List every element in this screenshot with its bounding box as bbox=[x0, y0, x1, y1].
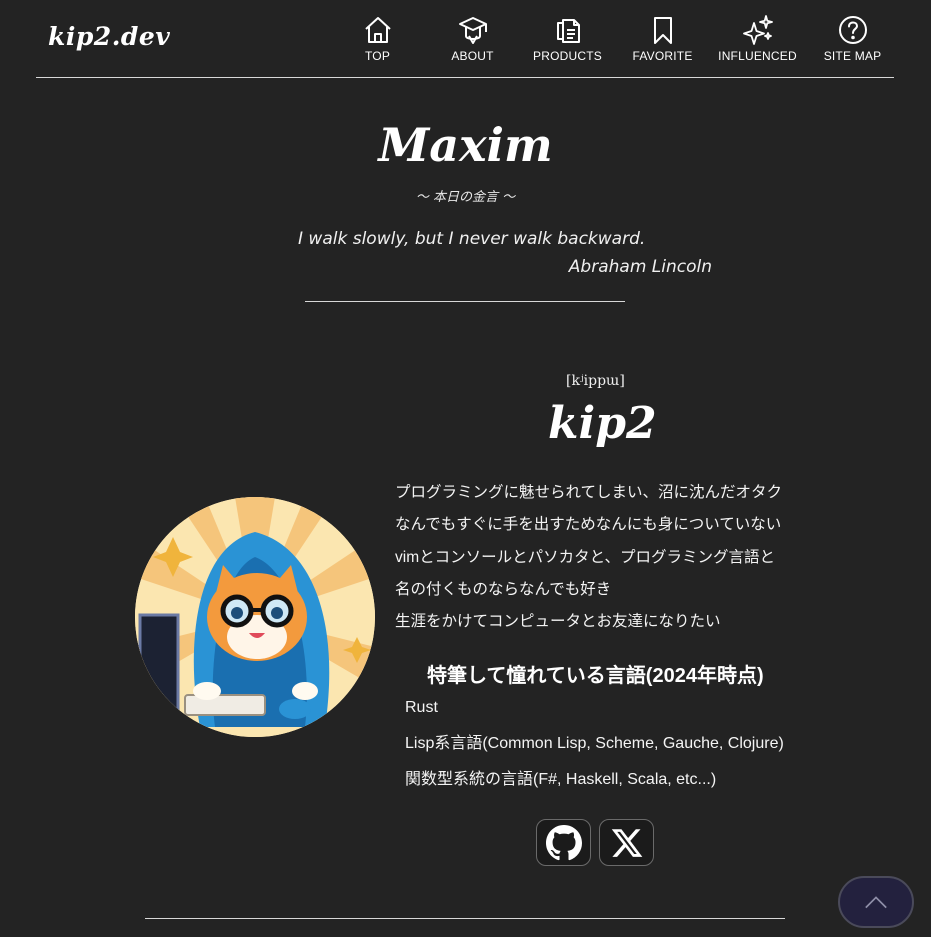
nav-item-about[interactable]: ABOUT bbox=[425, 14, 520, 63]
nav-item-site-map[interactable]: SITE MAP bbox=[805, 14, 900, 63]
languages-heading: 特筆して憧れている言語(2024年時点) bbox=[427, 665, 764, 687]
nav-label: SITE MAP bbox=[823, 49, 882, 63]
nav-item-influenced[interactable]: INFLUENCED bbox=[710, 14, 805, 63]
nav-label: FAVORITE bbox=[632, 49, 693, 63]
nav-label: ABOUT bbox=[451, 49, 494, 63]
chevron-up-icon bbox=[865, 895, 887, 908]
bio-line: 名の付くものならなんでも好き bbox=[395, 580, 612, 598]
scroll-to-top-button[interactable] bbox=[838, 876, 914, 928]
bio-line: vimとコンソールとパソカタと、プログラミング言語と bbox=[395, 548, 775, 566]
divider bbox=[145, 918, 785, 919]
x-logo-icon bbox=[611, 828, 642, 857]
maxim-subtitle: 〜 本日の金言 〜 bbox=[415, 190, 516, 205]
profile-name: kip2 bbox=[548, 398, 657, 449]
languages-list: Rust Lisp系言語(Common Lisp, Scheme, Gauche… bbox=[405, 690, 784, 798]
home-icon bbox=[364, 17, 391, 43]
profile-bio: プログラミングに魅せられてしまい、沼に沈んだオタク なんでもすぐに手を出すためな… bbox=[395, 477, 815, 638]
graduation-cap-icon bbox=[458, 17, 487, 44]
nav-label: INFLUENCED bbox=[718, 49, 797, 63]
bio-line: なんでもすぐに手を出すためなんにも身についていない bbox=[395, 516, 782, 534]
list-item: 関数型系統の言語(F#, Haskell, Scala, etc...) bbox=[405, 771, 717, 788]
avatar bbox=[135, 497, 375, 737]
bookmark-icon bbox=[653, 17, 672, 44]
question-circle-icon bbox=[838, 16, 867, 44]
sparkles-icon bbox=[742, 15, 773, 45]
nav-label: TOP bbox=[364, 49, 391, 63]
nav-item-top[interactable]: TOP bbox=[330, 14, 425, 63]
bio-line: プログラミングに魅せられてしまい、沼に沈んだオタク bbox=[395, 484, 783, 501]
name-phonetic: [kʲippɯ] bbox=[566, 373, 625, 389]
x-link-button[interactable] bbox=[599, 819, 654, 866]
maxim-title: Maxim bbox=[378, 118, 553, 172]
site-logo[interactable]: kip2.dev bbox=[48, 22, 170, 51]
documents-icon bbox=[556, 19, 580, 43]
nav-label: PRODUCTS bbox=[533, 49, 602, 63]
list-item: Rust bbox=[405, 699, 438, 716]
main-nav: TOP ABOUT PRODUCTS FAVORITE INFLUENCED S… bbox=[330, 14, 900, 63]
social-links bbox=[536, 819, 654, 866]
cat-programmer-illustration bbox=[135, 497, 375, 737]
maxim-quote: I walk slowly, but I never walk backward… bbox=[298, 229, 646, 249]
nav-item-favorite[interactable]: FAVORITE bbox=[615, 14, 710, 63]
maxim-author: Abraham Lincoln bbox=[568, 257, 712, 277]
bio-line: 生涯をかけてコンピュータとお友達になりたい bbox=[395, 613, 721, 631]
divider bbox=[305, 301, 625, 302]
github-icon bbox=[545, 824, 582, 860]
list-item: Lisp系言語(Common Lisp, Scheme, Gauche, Clo… bbox=[405, 735, 784, 752]
site-header: kip2.dev TOP ABOUT PRODUCTS FAVORITE INF… bbox=[36, 0, 894, 78]
nav-item-products[interactable]: PRODUCTS bbox=[520, 14, 615, 63]
github-link-button[interactable] bbox=[536, 819, 591, 866]
